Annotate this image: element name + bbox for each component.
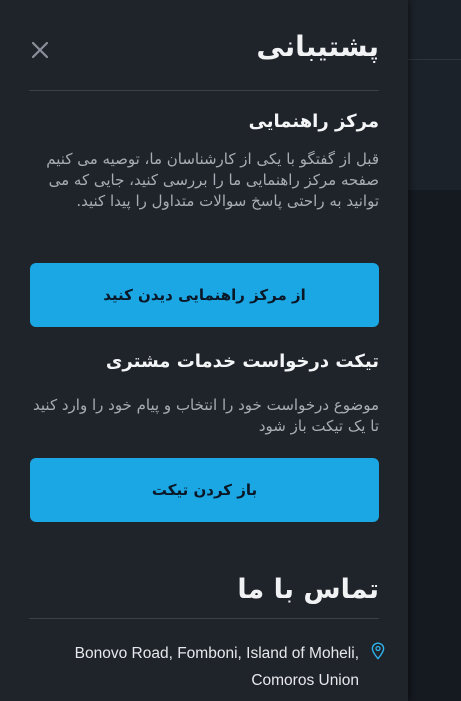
contact-title: تماس با ما [237, 574, 379, 605]
support-panel: پشتیبانی مرکز راهنمایی قبل از گفتگو با ی… [0, 0, 408, 701]
help-center-title: مرکز راهنمایی [248, 111, 379, 132]
open-ticket-button[interactable]: باز کردن تیکت [30, 458, 379, 522]
close-icon [31, 41, 49, 59]
address-text: Bonovo Road, Fomboni, Island of Moheli, … [74, 645, 359, 689]
contact-divider [29, 618, 379, 619]
ticket-description: موضوع درخواست خود را انتخاب و پیام خود ر… [33, 396, 379, 435]
visit-help-center-button[interactable]: از مرکز راهنمایی دیدن کنید [30, 263, 379, 327]
panel-title: پشتیبانی [256, 30, 379, 63]
backdrop-divider [408, 59, 461, 60]
contact-address: Bonovo Road, Fomboni, Island of Moheli, … [30, 640, 385, 700]
map-pin-icon [371, 642, 385, 660]
close-button[interactable] [24, 34, 56, 66]
help-center-description: قبل از گفتگو با یکی از کارشناسان ما، توص… [46, 150, 379, 210]
header-divider [29, 90, 379, 91]
open-ticket-label: باز کردن تیکت [151, 481, 258, 499]
ticket-title: تیکت درخواست خدمات مشتری [105, 351, 379, 372]
panel-header: پشتیبانی [0, 0, 408, 92]
visit-help-center-label: از مرکز راهنمایی دیدن کنید [103, 286, 306, 304]
backdrop-header-area [408, 0, 461, 190]
